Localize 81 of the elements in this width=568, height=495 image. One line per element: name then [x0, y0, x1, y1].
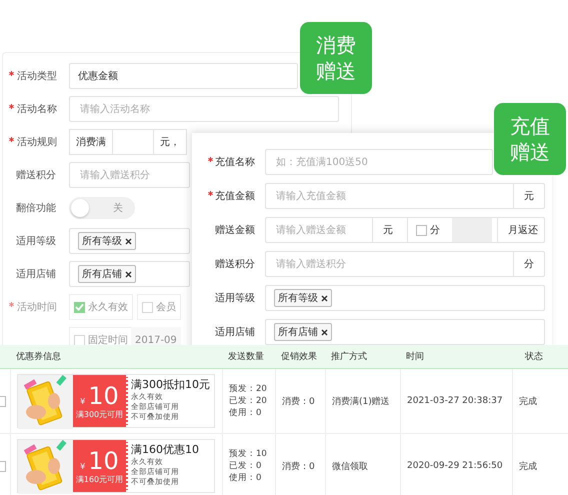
coupon-amount: 10: [88, 448, 119, 474]
coupon-title: 满160优惠10: [131, 442, 199, 457]
field-label: 活动时间: [17, 300, 57, 314]
field-label: 适用等级: [16, 234, 56, 248]
rule-text: 元，: [153, 129, 187, 155]
checkbox-option[interactable]: 分: [407, 218, 448, 242]
currency-sign: ¥: [80, 462, 86, 470]
remove-icon: [125, 238, 132, 244]
text-field[interactable]: 请输入充值金额 元: [265, 183, 545, 209]
unit-label: 分: [513, 252, 544, 276]
unit-label: 月返还: [497, 218, 544, 242]
selected-tag[interactable]: 所有店铺: [274, 323, 332, 341]
column-header: 促销效果: [281, 352, 317, 362]
coupon-hand-drawing: [18, 440, 73, 494]
send-count: 使用：0: [229, 472, 262, 484]
field-label: 活动规则: [17, 136, 57, 149]
field-label: 充值金额: [215, 190, 256, 203]
tag-select-field[interactable]: 所有等级: [265, 285, 545, 311]
send-count: 使用：0: [229, 407, 262, 419]
send-count: 预发：20: [229, 383, 267, 395]
status-cell-text: 完成: [519, 460, 537, 472]
tag-select-field[interactable]: 所有等级: [69, 228, 190, 254]
column-header: 推广方式: [331, 352, 367, 362]
tag-select-field[interactable]: 所有店铺: [69, 261, 190, 287]
time-cell: 2020-09-29 21:56:50: [407, 461, 503, 471]
text-input[interactable]: 如：充值满100送50: [266, 150, 492, 174]
amount-input[interactable]: [112, 129, 154, 155]
coupon-condition: 满300元可用: [76, 408, 124, 420]
field-label: 适用店铺: [16, 268, 56, 281]
send-count: 已发：20: [229, 395, 267, 407]
status-cell-text: 完成: [519, 396, 537, 408]
coupon-hand-drawing: [18, 375, 73, 429]
selected-tag[interactable]: 所有店铺: [78, 265, 136, 283]
checkbox[interactable]: [416, 224, 427, 236]
rule-text: 消费满: [69, 129, 113, 155]
unit-label: 元: [513, 184, 544, 208]
promotion-method: 微信领取: [332, 460, 368, 472]
text-field[interactable]: 请输入赠送积分 分: [265, 251, 545, 277]
remove-icon: [321, 328, 328, 336]
tag-label: 所有等级: [278, 292, 318, 305]
amount-input[interactable]: 请输入赠送金额: [266, 218, 368, 242]
coupon-title: 满300抵扣10元: [131, 377, 210, 392]
text-input[interactable]: 请输入充值金额: [266, 184, 509, 208]
remove-icon: [321, 294, 328, 302]
field-label: 赠送积分: [215, 258, 256, 271]
column-header: 发送数量: [228, 352, 264, 362]
selected-tag[interactable]: 所有等级: [274, 289, 332, 307]
field-label: 翻倍功能: [16, 202, 56, 215]
column-header: 时间: [406, 352, 424, 362]
sales-effect: 消费：0: [282, 396, 315, 408]
column-header: 优惠券信息: [16, 352, 61, 362]
unit-label: 元: [372, 218, 403, 242]
column-header: 状态: [525, 352, 543, 362]
currency-sign: ¥: [80, 396, 86, 406]
feature-badge: 消费 赠送: [300, 22, 372, 94]
field-label: 赠送金额: [215, 224, 256, 237]
send-count: 已发：0: [229, 460, 262, 472]
select-field[interactable]: 优惠金额: [69, 63, 298, 89]
tag-label: 所有店铺: [278, 326, 318, 339]
coupon-condition: 满160元可用: [76, 474, 124, 484]
time-cell: 2021-03-27 20:38:37: [407, 396, 503, 406]
feature-badge: 充值 赠送: [494, 103, 566, 175]
coupon-amount: 10: [88, 382, 119, 408]
tag-label: 所有店铺: [82, 268, 122, 281]
field-label: 活动类型: [17, 70, 57, 83]
sales-effect: 消费：0: [282, 460, 315, 472]
remove-icon: [125, 270, 132, 278]
text-input[interactable]: 请输入赠送积分: [70, 163, 189, 187]
field-label: 充值名称: [215, 156, 256, 169]
field-label: 活动名称: [17, 103, 57, 116]
amount-field[interactable]: 请输入赠送金额 元 分 月返还: [265, 217, 545, 243]
selected-tag[interactable]: 所有等级: [78, 232, 136, 250]
months-input[interactable]: [452, 218, 492, 242]
send-count: 预发：10: [229, 448, 267, 460]
tag-label: 所有等级: [82, 234, 122, 248]
field-label: 适用等级: [215, 292, 256, 305]
promotion-method: 消费满(1)赠送: [332, 396, 390, 408]
text-input[interactable]: 请输入赠送积分: [266, 252, 509, 276]
text-input[interactable]: 请输入活动名称: [70, 97, 338, 121]
field-label: 适用店铺: [215, 326, 256, 339]
field-label: 赠送积分: [16, 168, 56, 182]
